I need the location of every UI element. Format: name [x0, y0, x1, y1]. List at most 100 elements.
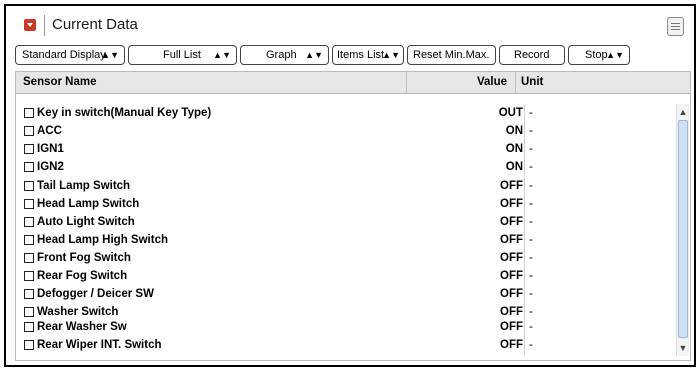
sensor-value: OFF — [500, 288, 523, 300]
sensor-name: Rear Wiper INT. Switch — [37, 339, 162, 351]
updown-arrow-icon: ▲▼ — [606, 50, 624, 60]
table-row[interactable]: Tail Lamp Switch OFF - — [16, 178, 676, 196]
row-checkbox[interactable] — [24, 289, 34, 299]
sensor-unit: - — [529, 288, 533, 300]
cell-divider — [524, 141, 525, 159]
view-mode-label: Graph — [266, 49, 297, 61]
current-data-panel: Current Data Standard Display ▲▼ Full Li… — [4, 4, 696, 367]
updown-arrow-icon: ▲▼ — [305, 50, 323, 60]
cell-divider — [524, 178, 525, 196]
sensor-value: OFF — [500, 198, 523, 210]
sensor-value: OUT — [498, 107, 523, 119]
row-checkbox[interactable] — [24, 199, 34, 209]
updown-arrow-icon: ▲▼ — [101, 50, 119, 60]
table-row[interactable]: Rear Wiper INT. Switch OFF - — [16, 337, 676, 355]
row-checkbox[interactable] — [24, 217, 34, 227]
sensor-name: Defogger / Deicer SW — [37, 288, 154, 300]
sensor-unit: - — [529, 198, 533, 210]
scrollbar-thumb[interactable] — [678, 120, 688, 338]
row-checkbox[interactable] — [24, 144, 34, 154]
sensor-unit: - — [529, 306, 533, 318]
scroll-up-icon[interactable]: ▲ — [677, 105, 689, 119]
table-row[interactable]: Front Fog Switch OFF - — [16, 250, 676, 268]
sensor-name: Washer Switch — [37, 306, 119, 318]
row-checkbox[interactable] — [24, 181, 34, 191]
sensor-value: ON — [505, 125, 523, 137]
column-divider — [406, 72, 407, 93]
cell-divider — [524, 159, 525, 177]
sensor-name: Head Lamp High Switch — [37, 234, 168, 246]
reset-min-max-button[interactable]: Reset Min.Max. — [407, 45, 496, 65]
cell-divider — [524, 337, 525, 355]
stop-select[interactable]: Stop ▲▼ — [568, 45, 630, 65]
cell-divider — [524, 286, 525, 304]
table-row[interactable]: Rear Washer Sw OFF - — [16, 319, 676, 337]
table-row[interactable]: Head Lamp High Switch OFF - — [16, 232, 676, 250]
column-header-unit[interactable]: Unit — [521, 72, 543, 93]
table-row[interactable]: Defogger / Deicer SW OFF - — [16, 286, 676, 304]
sensor-value: OFF — [500, 321, 523, 333]
view-mode-select[interactable]: Graph ▲▼ — [240, 45, 329, 65]
column-header-sensor-name[interactable]: Sensor Name — [23, 72, 97, 93]
table-row[interactable]: Auto Light Switch OFF - — [16, 214, 676, 232]
row-checkbox[interactable] — [24, 162, 34, 172]
cell-divider — [524, 268, 525, 286]
row-checkbox[interactable] — [24, 322, 34, 332]
panel-titlebar: Current Data — [6, 6, 694, 44]
display-mode-select[interactable]: Standard Display ▲▼ — [15, 45, 125, 65]
sensor-name: Key in switch(Manual Key Type) — [37, 107, 212, 119]
display-mode-label: Standard Display — [22, 49, 106, 61]
column-header-value[interactable]: Value — [477, 72, 507, 93]
collapse-arrow-icon[interactable] — [24, 19, 36, 31]
cell-divider — [524, 105, 525, 123]
cell-divider — [524, 196, 525, 214]
sensor-unit: - — [529, 107, 533, 119]
list-mode-select[interactable]: Full List ▲▼ — [128, 45, 237, 65]
sensor-value: ON — [505, 143, 523, 155]
sensor-value: OFF — [500, 339, 523, 351]
items-list-select[interactable]: Items List ▲▼ — [332, 45, 404, 65]
sensor-unit: - — [529, 234, 533, 246]
row-checkbox[interactable] — [24, 253, 34, 263]
title-divider — [44, 15, 45, 36]
row-checkbox[interactable] — [24, 307, 34, 317]
sensor-name: Front Fog Switch — [37, 252, 131, 264]
cell-divider — [524, 123, 525, 141]
sensor-name: Rear Fog Switch — [37, 270, 128, 282]
sensor-unit: - — [529, 321, 533, 333]
table-row[interactable]: Head Lamp Switch OFF - — [16, 196, 676, 214]
sensor-name: IGN2 — [37, 161, 64, 173]
menu-icon[interactable] — [667, 17, 684, 36]
row-checkbox[interactable] — [24, 126, 34, 136]
record-button[interactable]: Record — [499, 45, 565, 65]
table-row[interactable]: Key in switch(Manual Key Type) OUT - — [16, 105, 676, 123]
sensor-name: Head Lamp Switch — [37, 198, 140, 210]
row-checkbox[interactable] — [24, 235, 34, 245]
sensor-value: OFF — [500, 216, 523, 228]
row-checkbox[interactable] — [24, 340, 34, 350]
row-checkbox[interactable] — [24, 271, 34, 281]
sensor-name: ACC — [37, 125, 62, 137]
stop-label: Stop — [585, 49, 608, 61]
table-row[interactable]: Rear Fog Switch OFF - — [16, 268, 676, 286]
table-row[interactable]: IGN1 ON - — [16, 141, 676, 159]
updown-arrow-icon: ▲▼ — [382, 50, 400, 60]
cell-divider — [524, 232, 525, 250]
row-checkbox[interactable] — [24, 108, 34, 118]
sensor-value: OFF — [500, 234, 523, 246]
sensor-name: Auto Light Switch — [37, 216, 135, 228]
sensor-unit: - — [529, 216, 533, 228]
scroll-down-icon[interactable]: ▼ — [677, 341, 689, 355]
vertical-scrollbar[interactable]: ▲ ▼ — [676, 104, 689, 356]
page-title: Current Data — [52, 16, 138, 33]
sensor-unit: - — [529, 180, 533, 192]
items-list-label: Items List — [337, 49, 385, 61]
sensor-name: Rear Washer Sw — [37, 321, 127, 333]
cell-divider — [524, 319, 525, 337]
sensor-value: OFF — [500, 180, 523, 192]
table-row[interactable]: IGN2 ON - — [16, 159, 676, 177]
table-row[interactable]: ACC ON - — [16, 123, 676, 141]
updown-arrow-icon: ▲▼ — [213, 50, 231, 60]
sensor-data-table: Sensor Name Value Unit Key in switch(Man… — [15, 71, 691, 361]
sensor-value: OFF — [500, 270, 523, 282]
